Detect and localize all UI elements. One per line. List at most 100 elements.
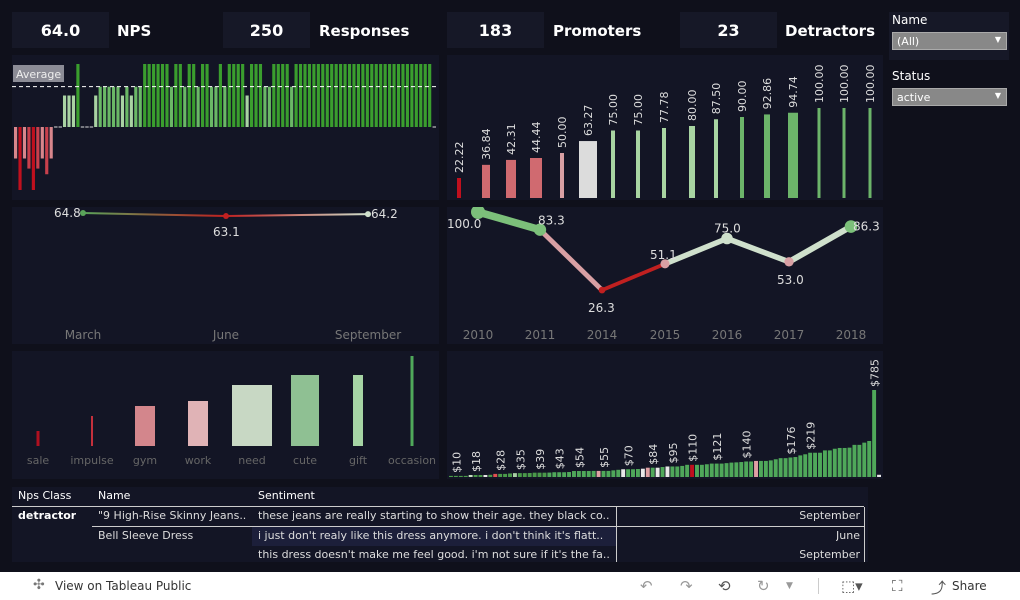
bar <box>388 64 392 127</box>
name-filter-value: (All) <box>897 35 920 48</box>
nps-by-customer-chart: Average <box>12 55 439 200</box>
nps-class-cell: detractor <box>18 509 77 522</box>
bar <box>650 467 655 477</box>
bar <box>236 64 240 127</box>
bar <box>557 472 562 477</box>
bar <box>793 457 798 477</box>
bar <box>636 130 640 198</box>
bar <box>749 461 754 477</box>
data-label: 100.00 <box>838 65 851 104</box>
bar <box>134 86 138 127</box>
bar <box>542 472 547 477</box>
bar <box>758 460 763 477</box>
bar <box>160 64 165 127</box>
share-button[interactable]: Share <box>952 579 987 593</box>
bar <box>91 416 93 446</box>
share-icon: ⤴ <box>931 579 947 597</box>
data-label: $219 <box>805 422 818 450</box>
bar <box>254 64 258 127</box>
data-label: 100.00 <box>864 65 877 104</box>
table-row[interactable]: detractor "9 High-Rise Skinny Jeans.. th… <box>12 507 868 527</box>
bar <box>410 64 414 127</box>
undo-icon[interactable]: ↶ <box>640 577 653 595</box>
bar <box>670 466 675 477</box>
x-tick-label: March <box>65 328 102 342</box>
bar <box>135 406 155 446</box>
header-sentiment[interactable]: Sentiment <box>258 489 315 502</box>
bar <box>778 458 783 477</box>
fullscreen-icon[interactable]: ⛶ <box>892 577 903 595</box>
data-label: 94.74 <box>787 76 800 108</box>
bar <box>285 64 289 127</box>
bar <box>232 64 236 127</box>
bar <box>468 475 473 477</box>
nps-by-year-chart: 100.0 2010 83.3 2011 26.3 2014 51.1 2015 75.0 201… <box>447 205 883 344</box>
bar <box>334 64 338 127</box>
bar <box>71 95 76 127</box>
bar <box>291 375 319 446</box>
bar <box>482 164 490 198</box>
view-on-tableau-link[interactable]: View on Tableau Public <box>55 579 191 593</box>
data-label: $121 <box>711 433 724 461</box>
table-row[interactable]: this dress doesn't make me feel good. i'… <box>12 546 868 562</box>
bar <box>187 64 191 127</box>
bar <box>27 127 31 169</box>
data-label: $35 <box>514 449 527 470</box>
bar <box>689 126 695 198</box>
refresh-icon[interactable]: ↻ <box>757 577 770 595</box>
bar <box>517 473 522 477</box>
promoters-label: Promoters <box>553 22 642 40</box>
name-cell: Bell Sleeve Dress <box>98 529 194 542</box>
nps-by-price-chart: $10 $18 $28 $35 $39 $43 $54 $55 $70 $84 $95 $110 $12… <box>447 351 883 479</box>
bar <box>719 463 724 477</box>
data-label: 53.0 <box>777 273 804 287</box>
bar <box>405 64 409 127</box>
bar <box>356 64 361 127</box>
header-nps-class[interactable]: Nps Class <box>18 489 71 502</box>
bar <box>675 466 680 477</box>
data-label: 36.84 <box>480 128 493 160</box>
revert-icon[interactable]: ⟲ <box>718 577 731 595</box>
status-filter-select[interactable]: active ▼ <box>892 88 1007 106</box>
status-filter-value: active <box>897 91 931 104</box>
bar <box>512 473 517 477</box>
bar <box>744 461 749 477</box>
x-tick-label: 2014 <box>587 328 618 342</box>
bar <box>272 64 276 127</box>
bar <box>428 64 432 127</box>
chevron-down-icon[interactable]: ▼ <box>786 581 793 591</box>
bar <box>645 467 650 477</box>
bar <box>724 463 729 477</box>
bar <box>764 114 770 198</box>
bar <box>662 127 666 198</box>
trend-segment <box>537 227 605 293</box>
name-filter-select[interactable]: (All) ▼ <box>892 32 1007 50</box>
data-label: 92.86 <box>761 78 774 110</box>
x-tick-label: occasion <box>388 454 436 467</box>
data-label: $84 <box>647 444 660 465</box>
download-icon[interactable]: ⬚▾ <box>841 577 863 595</box>
nps-by-reason-chart: sale impulse gym work need cute gift occasion <box>12 351 439 479</box>
promoters-value: 183 <box>447 12 544 48</box>
bar <box>14 127 18 159</box>
bar <box>103 86 107 127</box>
month-cell: September <box>799 548 860 561</box>
redo-icon[interactable]: ↷ <box>680 577 693 595</box>
bar <box>174 64 178 127</box>
bar <box>40 127 44 159</box>
bar <box>62 95 67 127</box>
header-name[interactable]: Name <box>98 489 130 502</box>
bar <box>410 356 414 446</box>
bar <box>763 460 768 477</box>
bar <box>263 86 267 127</box>
bar <box>307 64 312 127</box>
bar <box>572 471 576 477</box>
bar <box>714 463 719 477</box>
bar <box>532 472 537 477</box>
bar <box>478 475 483 477</box>
bar <box>31 127 35 190</box>
data-label: $140 <box>741 430 754 458</box>
table-row[interactable]: Bell Sleeve Dress i just don't realy lik… <box>12 527 868 547</box>
bar <box>379 64 383 127</box>
bar <box>111 86 116 127</box>
